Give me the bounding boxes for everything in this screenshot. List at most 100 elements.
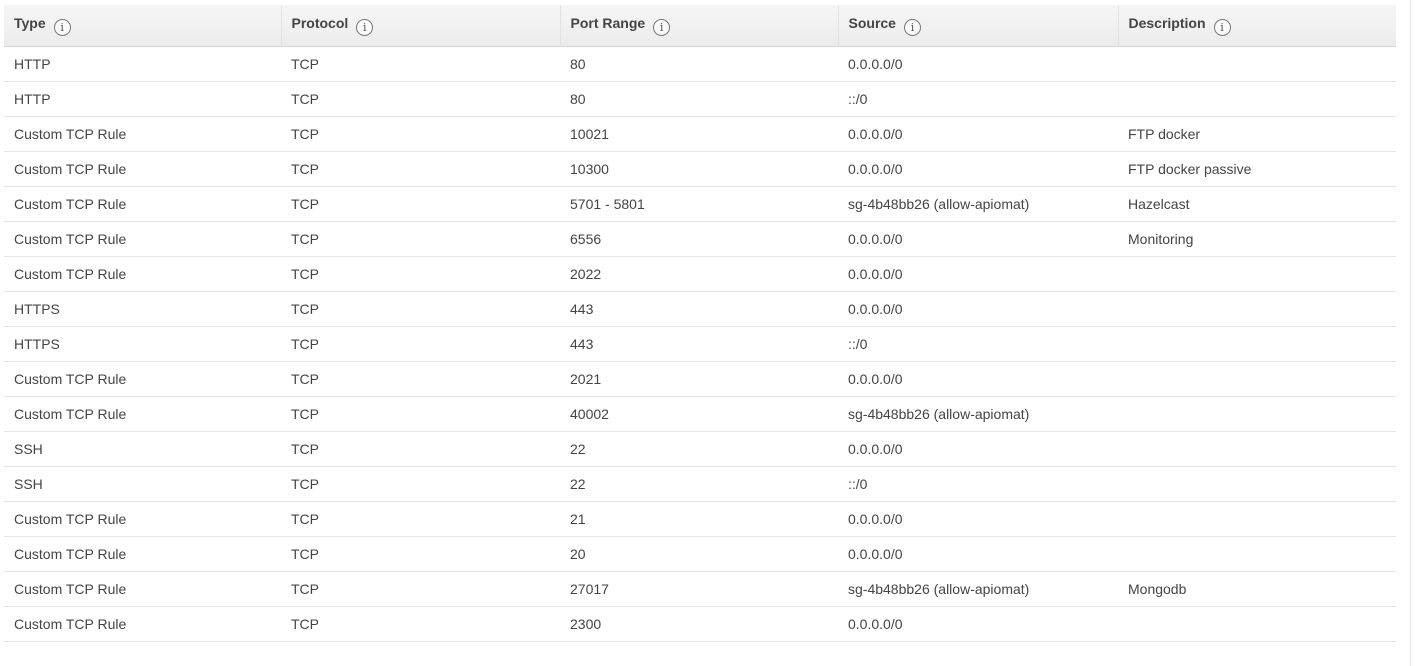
table-header: Type i Protocol i Port Range i Source i Desc… [4,5,1396,47]
cell-source: 0.0.0.0/0 [838,501,1118,537]
table-row[interactable]: HTTPS TCP 443 0.0.0.0/0 [4,291,1396,327]
column-header-label: Description [1128,14,1206,31]
cell-protocol: TCP [281,291,560,327]
cell-source: sg-4b48bb26 (allow-apiomat) [838,396,1118,432]
cell-port-range: 2300 [560,606,838,642]
cell-description [1118,256,1396,292]
info-icon[interactable]: i [53,18,71,36]
cell-type: Custom TCP Rule [4,151,281,187]
scroll-edge-divider [1410,0,1411,666]
cell-source: 0.0.0.0/0 [838,46,1118,82]
cell-description [1118,431,1396,467]
cell-type: Custom TCP Rule [4,571,281,607]
cell-type: Custom TCP Rule [4,396,281,432]
table-row[interactable]: Custom TCP Rule TCP 2021 0.0.0.0/0 [4,361,1396,397]
table-row[interactable]: Custom TCP Rule TCP 5701 - 5801 sg-4b48bb26… [4,186,1396,222]
cell-description [1118,396,1396,432]
cell-port-range: 443 [560,326,838,362]
cell-port-range: 443 [560,291,838,327]
cell-port-range: 80 [560,81,838,117]
cell-protocol: TCP [281,396,560,432]
cell-port-range: 80 [560,46,838,82]
cell-description [1118,606,1396,642]
inbound-rules-table-container: Type i Protocol i Port Range i Source i Desc… [4,5,1396,642]
cell-protocol: TCP [281,431,560,467]
cell-source: sg-4b48bb26 (allow-apiomat) [838,186,1118,222]
cell-description [1118,326,1396,362]
cell-source: 0.0.0.0/0 [838,221,1118,257]
table-row[interactable]: Custom TCP Rule TCP 6556 0.0.0.0/0 Monitorin… [4,221,1396,257]
cell-port-range: 10021 [560,116,838,152]
cell-description: FTP docker passive [1118,151,1396,187]
header-row: Type i Protocol i Port Range i Source i Desc… [4,5,1396,47]
cell-type: HTTPS [4,326,281,362]
cell-type: Custom TCP Rule [4,361,281,397]
cell-protocol: TCP [281,221,560,257]
info-icon[interactable]: i [356,18,374,36]
table-row[interactable]: HTTPS TCP 443::/0 [4,326,1396,362]
cell-type: HTTPS [4,291,281,327]
column-header-protocol[interactable]: Protocol i [280,5,560,47]
cell-protocol: TCP [281,256,560,292]
cell-type: Custom TCP Rule [4,116,281,152]
cell-port-range: 21 [560,501,838,537]
table-row[interactable]: HTTP TCP 80::/0 [4,81,1396,117]
inbound-rules-table: Type i Protocol i Port Range i Source i Desc… [4,5,1396,642]
info-icon[interactable]: i [1213,18,1231,36]
column-header-label: Protocol [291,14,349,31]
cell-port-range: 10300 [560,151,838,187]
cell-description [1118,361,1396,397]
cell-port-range: 20 [560,536,838,572]
table-row[interactable]: SSH TCP 22 0.0.0.0/0 [4,431,1396,467]
column-header-type[interactable]: Type i [4,5,281,47]
table-row[interactable]: Custom TCP Rule TCP 10021 0.0.0.0/0 FTP dock… [4,116,1396,152]
cell-description: Mongodb [1118,571,1396,607]
cell-source: ::/0 [838,81,1118,117]
cell-port-range: 22 [560,431,838,467]
cell-description [1118,501,1396,537]
cell-protocol: TCP [281,606,560,642]
cell-type: Custom TCP Rule [4,221,281,257]
cell-type: HTTP [4,81,281,117]
cell-type: Custom TCP Rule [4,256,281,292]
cell-description: FTP docker [1118,116,1396,152]
cell-source: 0.0.0.0/0 [838,291,1118,327]
table-row[interactable]: Custom TCP Rule TCP 2022 0.0.0.0/0 [4,256,1396,292]
column-header-description[interactable]: Description i [1117,5,1396,47]
cell-port-range: 27017 [560,571,838,607]
cell-description [1118,81,1396,117]
table-row[interactable]: Custom TCP Rule TCP 40002 sg-4b48bb26 (allo… [4,396,1396,432]
cell-source: 0.0.0.0/0 [838,431,1118,467]
cell-protocol: TCP [281,116,560,152]
table-body: HTTP TCP 80 0.0.0.0/0 HTTP TCP 80::/0 Custom TC… [4,46,1396,642]
column-header-label: Port Range [570,14,646,31]
info-icon[interactable]: i [653,18,671,36]
cell-type: SSH [4,466,281,502]
table-row[interactable]: Custom TCP Rule TCP 21 0.0.0.0/0 [4,501,1396,537]
cell-source: 0.0.0.0/0 [838,116,1118,152]
cell-source: ::/0 [838,326,1118,362]
cell-port-range: 5701 - 5801 [560,186,838,222]
table-row[interactable]: SSH TCP 22::/0 [4,466,1396,502]
cell-description [1118,46,1396,82]
cell-protocol: TCP [281,326,560,362]
cell-type: HTTP [4,46,281,82]
cell-source: ::/0 [838,466,1118,502]
cell-port-range: 22 [560,466,838,502]
cell-port-range: 2021 [560,361,838,397]
table-row[interactable]: Custom TCP Rule TCP 20 0.0.0.0/0 [4,536,1396,572]
cell-protocol: TCP [281,81,560,117]
column-header-source[interactable]: Source i [837,5,1118,47]
column-header-label: Source [848,14,896,31]
info-icon[interactable]: i [903,18,921,36]
cell-protocol: TCP [281,151,560,187]
table-row[interactable]: Custom TCP Rule TCP 27017 sg-4b48bb26 (allo… [4,571,1396,607]
cell-source: 0.0.0.0/0 [838,256,1118,292]
table-row[interactable]: Custom TCP Rule TCP 2300 0.0.0.0/0 [4,606,1396,642]
table-row[interactable]: HTTP TCP 80 0.0.0.0/0 [4,46,1396,82]
table-row[interactable]: Custom TCP Rule TCP 10300 0.0.0.0/0 FTP dock… [4,151,1396,187]
column-header-port-range[interactable]: Port Range i [559,5,838,47]
cell-protocol: TCP [281,46,560,82]
cell-type: SSH [4,431,281,467]
cell-port-range: 2022 [560,256,838,292]
